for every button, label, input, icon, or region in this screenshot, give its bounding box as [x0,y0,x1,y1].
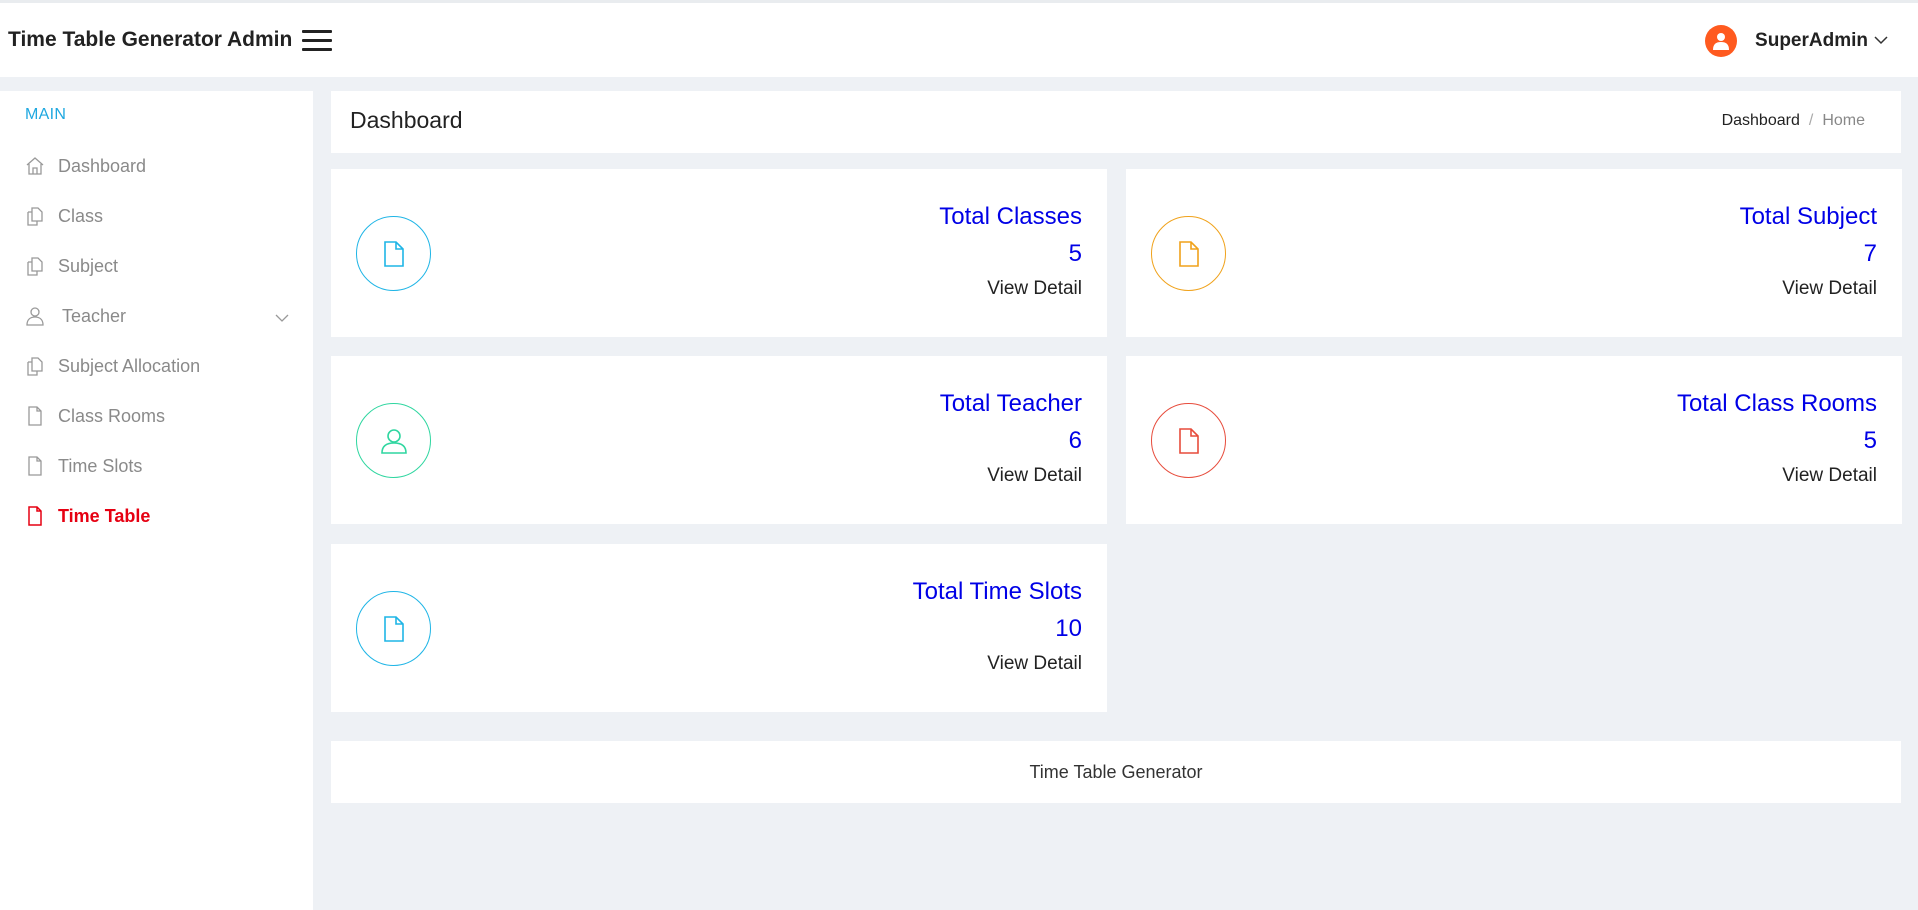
card-value: 7 [1863,240,1877,267]
card-title: Total Classes [939,203,1082,230]
sidebar-item-time-slots[interactable]: Time Slots [24,451,289,481]
top-navbar: Time Table Generator Admin SuperAdmin [0,0,1918,77]
chevron-down-icon[interactable] [275,307,289,328]
app-brand[interactable]: Time Table Generator Admin [8,28,292,52]
stat-card-time-slots: Total Time Slots 10 View Detail [331,544,1107,712]
file-icon [24,455,46,477]
page-header: Dashboard Dashboard / Home [331,91,1901,153]
sidebar-item-dashboard[interactable]: Dashboard [24,151,289,181]
footer: Time Table Generator [331,741,1901,803]
sidebar-item-label: Class [58,205,104,226]
sidebar-item-subject[interactable]: Subject [24,251,289,281]
sidebar-item-class[interactable]: Class [24,201,289,231]
card-title: Total Time Slots [912,578,1082,605]
user-menu[interactable]: SuperAdmin [1705,21,1888,61]
sidebar-item-time-table[interactable]: Time Table [24,501,289,531]
chevron-down-icon [1874,32,1888,50]
copy-icon [24,355,46,377]
view-detail-link[interactable]: View Detail [1740,277,1877,301]
view-detail-link[interactable]: View Detail [940,464,1082,488]
user-icon [1705,25,1738,57]
file-icon [356,591,431,666]
card-value: 10 [1055,615,1082,642]
copy-icon [24,255,46,277]
view-detail-link[interactable]: View Detail [1677,464,1877,488]
sidebar-item-subject-allocation[interactable]: Subject Allocation [24,351,289,381]
file-icon [356,216,431,291]
copy-icon [24,205,46,227]
breadcrumb: Dashboard / Home [1722,112,1865,130]
page-title: Dashboard [350,107,463,133]
sidebar-item-label: Subject Allocation [58,355,201,376]
view-detail-link[interactable]: View Detail [913,652,1082,676]
sidebar-item-label: Teacher [62,305,127,326]
sidebar-section-label: MAIN [25,106,67,123]
sidebar-item-label: Class Rooms [58,405,166,426]
breadcrumb-current: Home [1822,112,1865,129]
sidebar-item-teacher[interactable]: Teacher [24,301,289,331]
breadcrumb-separator: / [1808,112,1814,129]
breadcrumb-link-dashboard[interactable]: Dashboard [1722,112,1800,129]
sidebar-item-label: Dashboard [58,155,147,176]
sidebar-item-class-rooms[interactable]: Class Rooms [24,401,289,431]
file-icon [1151,403,1226,478]
user-icon [356,403,431,478]
sidebar-item-label: Time Slots [58,455,143,476]
file-icon [1151,216,1226,291]
stat-card-teacher: Total Teacher 6 View Detail [331,356,1107,524]
user-name: SuperAdmin [1755,30,1868,51]
card-value: 6 [1068,427,1082,454]
sidebar: MAIN Dashboard Class Subject Teacher Sub… [0,91,313,910]
card-value: 5 [1863,427,1877,454]
card-title: Total Teacher [939,390,1082,417]
file-icon [24,405,46,427]
stat-card-classes: Total Classes 5 View Detail [331,169,1107,337]
stat-card-subject: Total Subject 7 View Detail [1126,169,1902,337]
stat-card-class-rooms: Total Class Rooms 5 View Detail [1126,356,1902,524]
file-icon [24,505,46,527]
sidebar-item-label: Time Table [58,505,151,526]
sidebar-item-label: Subject [58,255,119,276]
hamburger-icon[interactable] [302,30,332,54]
view-detail-link[interactable]: View Detail [939,277,1082,301]
card-title: Total Subject [1739,203,1877,230]
user-icon [24,305,46,327]
card-value: 5 [1068,240,1082,267]
home-icon [24,155,46,177]
card-title: Total Class Rooms [1676,390,1877,417]
